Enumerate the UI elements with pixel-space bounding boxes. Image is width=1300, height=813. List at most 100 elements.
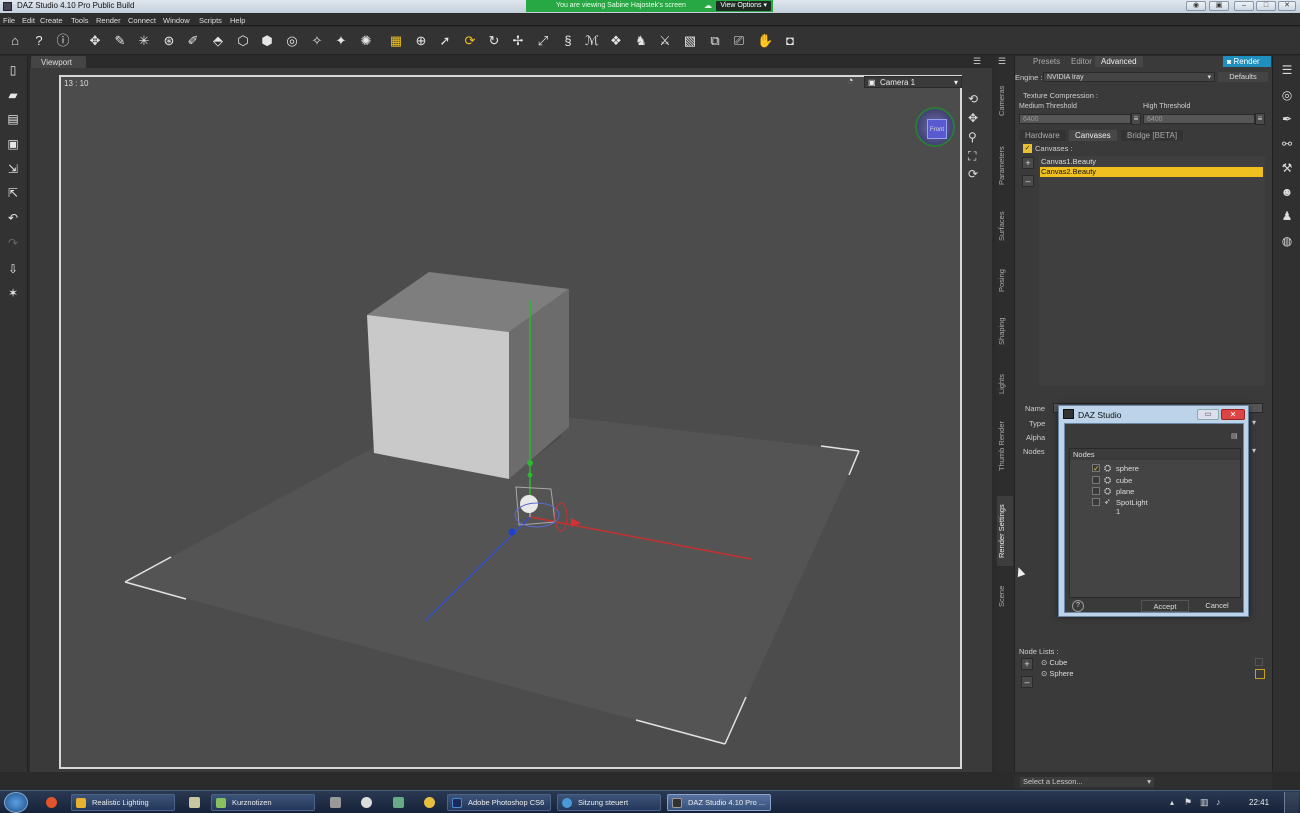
weight-brush-icon[interactable]: ✐ — [185, 33, 201, 49]
surface-select-icon[interactable]: ◎ — [284, 33, 300, 49]
tab-presets[interactable]: Presets — [1027, 56, 1066, 67]
dialog-help-button[interactable]: ? — [1072, 600, 1084, 612]
render-camera-icon[interactable]: ⎚ — [731, 33, 747, 49]
spot-render-icon[interactable]: ▦ — [388, 33, 404, 49]
menu-render[interactable]: Render — [96, 16, 121, 25]
new-file-icon[interactable]: ▯ — [5, 62, 21, 78]
universal-icon[interactable]: ✧ — [309, 33, 325, 49]
tab-render-settings[interactable]: Render Settings — [997, 496, 1013, 566]
dform-icon[interactable]: ⚔ — [657, 33, 673, 49]
merge-file-icon[interactable]: ▤ — [5, 111, 21, 127]
node-list-toggle-sphere[interactable] — [1255, 669, 1265, 679]
viewport-3d[interactable]: 13 : 10 Front — [59, 75, 962, 769]
tab-advanced[interactable]: Advanced — [1095, 56, 1143, 67]
whats-this-icon[interactable]: ? — [31, 33, 47, 49]
high-threshold-field[interactable]: 6400 — [1143, 114, 1255, 124]
list-item[interactable]: ⊙ Sphere — [1041, 669, 1074, 679]
save-icon[interactable]: ▣ — [5, 136, 21, 152]
tab-canvases[interactable]: Canvases — [1069, 130, 1117, 141]
dialog-close-button[interactable]: ✕ — [1221, 409, 1245, 420]
show-desktop-button[interactable] — [1284, 792, 1299, 813]
taskbar-item-sitzung[interactable]: Sitzung steuert — [557, 794, 661, 811]
orbit-icon[interactable]: ⟲ — [968, 92, 978, 106]
list-item-selected[interactable]: Canvas2.Beauty — [1040, 167, 1263, 177]
paint-icon[interactable]: ❖ — [608, 33, 624, 49]
tray-arrow-icon[interactable]: ▴ — [1170, 798, 1174, 807]
menu-create[interactable]: Create — [40, 16, 63, 25]
render-button[interactable]: ◙ Render — [1223, 56, 1271, 67]
screen-icon[interactable]: ▣ — [1209, 1, 1229, 11]
node-checkbox[interactable] — [1092, 498, 1100, 506]
clock-app-icon[interactable] — [361, 797, 372, 808]
minimize-button[interactable]: – — [1234, 1, 1254, 11]
explorer-icon[interactable] — [189, 797, 200, 808]
camera-icon[interactable]: ◘ — [782, 33, 798, 49]
home-icon[interactable]: ⌂ — [7, 33, 23, 49]
shape-icon[interactable]: § — [560, 33, 576, 49]
pane-menu-icon[interactable]: ☰ — [998, 56, 1012, 66]
canvases-checkbox[interactable]: ✓ — [1023, 144, 1032, 153]
tab-scene[interactable]: Scene — [997, 581, 1013, 611]
pose-tool-icon[interactable]: ✺ — [358, 33, 374, 49]
target-icon[interactable]: ◎ — [1279, 87, 1295, 103]
iray-render-icon[interactable]: ✋ — [757, 33, 773, 49]
tab-parameters[interactable]: Parameters — [997, 136, 1013, 196]
redo-icon[interactable]: ↷ — [5, 235, 21, 251]
add-canvas-button[interactable]: + — [1022, 157, 1034, 169]
tab-editor[interactable]: Editor — [1065, 56, 1098, 67]
tab-hardware[interactable]: Hardware — [1019, 130, 1066, 141]
cancel-button[interactable]: Cancel — [1195, 600, 1239, 612]
undo-icon[interactable]: ↶ — [5, 210, 21, 226]
grid-icon[interactable]: ▧ — [682, 33, 698, 49]
open-file-icon[interactable]: ▰ — [5, 87, 21, 103]
view-cube[interactable]: Front — [915, 107, 955, 147]
tab-cameras[interactable]: Cameras — [997, 76, 1013, 126]
close-button[interactable]: ✕ — [1278, 1, 1296, 11]
node-checkbox[interactable] — [1092, 487, 1100, 495]
figure-setup-icon[interactable]: ✳ — [136, 33, 152, 49]
person-icon[interactable]: ☻ — [1279, 184, 1295, 200]
flag-icon[interactable]: ⚑ — [1184, 797, 1192, 808]
node-select-icon[interactable]: ✥ — [87, 33, 103, 49]
menu-file[interactable]: File — [3, 16, 15, 25]
engine-select[interactable]: NVIDIA Iray ▾ — [1043, 72, 1215, 82]
menu-edit[interactable]: Edit — [22, 16, 35, 25]
monitor-icon[interactable] — [393, 797, 404, 808]
active-pose-icon[interactable]: ✦ — [333, 33, 349, 49]
globe-icon[interactable]: ◍ — [1279, 233, 1295, 249]
tab-thumb-render[interactable]: Thumb Render — [997, 416, 1013, 476]
taskbar-item-daz-studio[interactable]: DAZ Studio 4.10 Pro ... — [667, 794, 771, 811]
dialog-restore-button[interactable]: ▭ — [1197, 409, 1219, 420]
eye-icon[interactable]: ◉ — [1186, 1, 1206, 11]
medium-threshold-field[interactable]: 6400 — [1019, 114, 1131, 124]
node-list-toggle-cube[interactable] — [1255, 658, 1263, 666]
network-icon[interactable]: ▥ — [1200, 797, 1209, 808]
pan-icon[interactable]: ✥ — [968, 111, 978, 125]
medium-threshold-spin[interactable]: ≡ — [1131, 113, 1141, 125]
type-dropdown-icon[interactable]: ▾ — [1252, 418, 1256, 427]
add-node-list-button[interactable]: + — [1021, 658, 1033, 670]
crosshair-icon[interactable]: ⊕ — [413, 33, 429, 49]
figure-icon[interactable]: ♞ — [633, 33, 649, 49]
menu-help[interactable]: Help — [230, 16, 245, 25]
volume-icon[interactable]: ♪ — [1216, 797, 1221, 807]
remove-canvas-button[interactable]: – — [1022, 175, 1034, 187]
region-nav-icon[interactable]: ⬢ — [259, 33, 275, 49]
tools-icon[interactable]: ⚒ — [1279, 160, 1295, 176]
translate-icon[interactable]: ✢ — [510, 33, 526, 49]
tab-shaping[interactable]: Shaping — [997, 311, 1013, 351]
high-threshold-spin[interactable]: ≡ — [1255, 113, 1265, 125]
taskbar-item-realistic-lighting[interactable]: Realistic Lighting — [71, 794, 175, 811]
node-weight-icon[interactable]: ⊛ — [161, 33, 177, 49]
firefox-icon[interactable] — [46, 797, 57, 808]
rotate-gizmo-icon[interactable]: ⟳ — [462, 33, 478, 49]
accept-button[interactable]: Accept — [1141, 600, 1189, 612]
scale-icon[interactable]: ⤢ — [535, 33, 551, 49]
frame-icon[interactable]: ⛶ — [968, 149, 976, 164]
taskbar-item-kurznotizen[interactable]: Kurznotizen — [211, 794, 315, 811]
figure-icon[interactable]: ♟ — [1279, 208, 1295, 224]
tab-lights[interactable]: Lights — [997, 366, 1013, 401]
list-item[interactable]: ⊙ Cube — [1041, 658, 1067, 668]
reset-view-icon[interactable]: ⟳ — [968, 167, 978, 181]
tab-surfaces[interactable]: Surfaces — [997, 204, 1013, 249]
